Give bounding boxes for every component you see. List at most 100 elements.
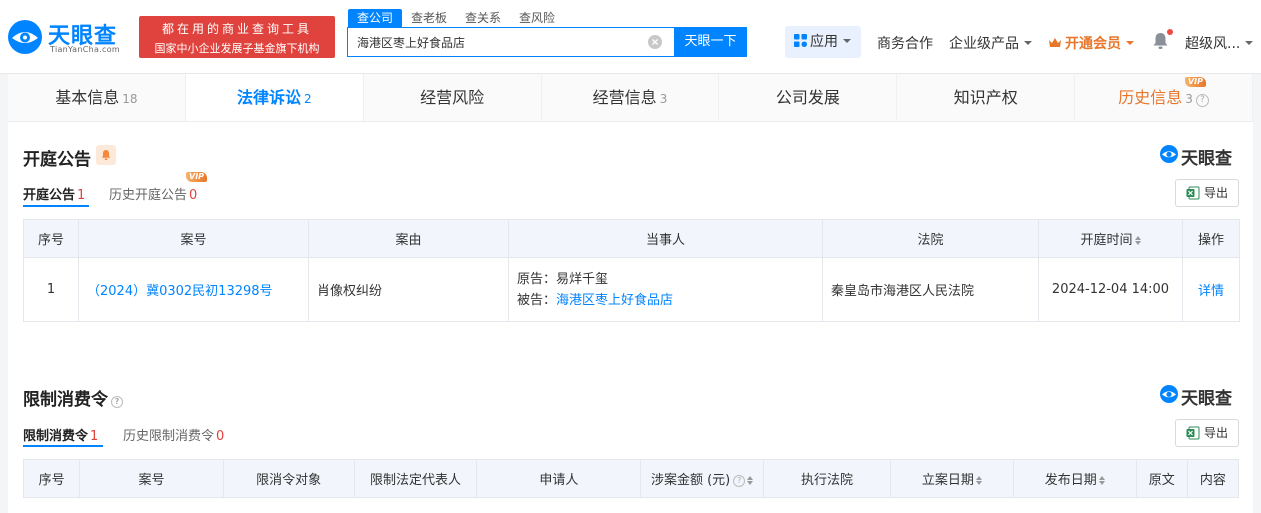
column-header: 原文 [1135, 459, 1188, 498]
column-header-label: 立案日期 [921, 473, 974, 488]
column-header: 案由 [308, 219, 509, 258]
tab-count: 3 [659, 92, 668, 106]
nav-user[interactable]: 超级风... [1185, 33, 1254, 53]
tab-basic-info[interactable]: 基本信息 18 [8, 74, 186, 121]
slogan-line2: 国家中小企业发展子基金旗下机构 [154, 42, 320, 55]
sort-icon [1134, 236, 1141, 245]
excel-icon [1186, 426, 1200, 440]
clear-icon[interactable] [648, 35, 662, 49]
tianyancha-watermark: 天眼查 [1159, 144, 1241, 169]
search-button[interactable]: 天眼一下 [674, 27, 747, 57]
tab-legal[interactable]: 法律诉讼 2 [185, 74, 364, 121]
detail-link[interactable]: 详情 [1198, 284, 1224, 299]
column-header: 序号 [22, 459, 81, 498]
search-type-tabs: 查公司 查老板 查关系 查风险 [348, 9, 564, 27]
sort-icon [747, 476, 754, 485]
tab-count: 3 [1185, 92, 1193, 106]
nav-vip[interactable]: 开通会员 [1048, 33, 1134, 53]
subscribe-bell-icon[interactable] [96, 145, 116, 165]
subtab-history-restriction[interactable]: 历史限制消费令 0 [123, 425, 224, 444]
apps-grid-icon [794, 34, 807, 47]
vip-badge: VIP [1184, 77, 1207, 87]
tab-development[interactable]: 公司发展 [719, 74, 898, 121]
search-tab-relation[interactable]: 查关系 [456, 9, 510, 27]
logo-subtext: TianYanCha.com [50, 45, 120, 54]
tab-label: 经营信息 [592, 88, 657, 107]
notification-bell-icon[interactable] [1152, 32, 1169, 50]
subtab-label: 历史开庭公告 [109, 188, 188, 203]
hearing-section-title: 开庭公告 [23, 150, 91, 170]
table-header-row: 序号 案号 案由 当事人 法院 开庭时间 操作 [23, 219, 1240, 258]
vip-badge: VIP [186, 172, 208, 182]
column-header: 案号 [79, 459, 224, 498]
export-label: 导出 [1204, 426, 1229, 440]
plaintiff-name: 易烊千玺 [556, 271, 609, 287]
column-header: 当事人 [508, 219, 823, 258]
nav-enterprise-label: 企业级产品 [949, 36, 1019, 52]
search-tab-risk[interactable]: 查风险 [510, 9, 564, 27]
main-content: 开庭公告 天眼查 开庭公告 1 历史开庭公告 0 VIP 导出 序号 案号 案由 当… [8, 122, 1253, 513]
column-header: 操作 [1182, 219, 1240, 258]
site-logo[interactable]: 天眼查 TianYanCha.com [6, 16, 134, 60]
tab-label: 法律诉讼 [236, 88, 301, 107]
search-tab-boss[interactable]: 查老板 [402, 9, 456, 27]
column-header: 申请人 [476, 459, 642, 498]
column-header-sortable[interactable]: 发布日期 [1012, 459, 1137, 498]
top-header: 天眼查 TianYanCha.com 都在用的商业查询工具 国家中小企业发展子基… [0, 0, 1261, 74]
search-tab-company[interactable]: 查公司 [348, 9, 403, 27]
table-header-row: 序号 案号 限消令对象 限制法定代表人 申请人 涉案金额 (元)? 执行法院 立… [22, 459, 1240, 498]
nav-user-label: 超级风... [1185, 36, 1241, 52]
subtab-active-indicator [23, 205, 89, 207]
logo-eye-icon [1160, 385, 1178, 403]
nav-business[interactable]: 商务合作 [877, 33, 933, 53]
export-label: 导出 [1204, 186, 1229, 200]
export-button[interactable]: 导出 [1175, 419, 1239, 447]
notification-dot [1167, 29, 1173, 35]
search-box: 天眼一下 [347, 27, 747, 57]
logo-eye-icon [1160, 145, 1178, 163]
column-header-sortable[interactable]: 立案日期 [889, 459, 1014, 498]
tab-operation-risk[interactable]: 经营风险 [363, 74, 542, 121]
subtab-restriction[interactable]: 限制消费令 1 [23, 425, 98, 444]
case-number-cell: （2024）冀0302民初13298号 [78, 257, 309, 322]
tab-count: 2 [303, 92, 312, 106]
tab-operation-info[interactable]: 经营信息 3 [541, 74, 720, 121]
crown-icon [1049, 38, 1061, 47]
chevron-down-icon [1126, 41, 1134, 45]
case-cause: 肖像权纠纷 [308, 257, 509, 322]
help-icon[interactable]: ? [1195, 94, 1209, 107]
subtab-label: 历史限制消费令 [123, 429, 215, 444]
column-header: 法院 [822, 219, 1039, 258]
case-number-link[interactable]: （2024）冀0302民初13298号 [87, 284, 273, 299]
search-input[interactable] [348, 28, 648, 56]
export-button[interactable]: 导出 [1175, 179, 1239, 207]
column-header-sortable[interactable]: 开庭时间 [1038, 219, 1183, 258]
subtab-count: 1 [77, 188, 86, 203]
tab-ip[interactable]: 知识产权 [897, 74, 1076, 121]
slogan-banner: 都在用的商业查询工具 国家中小企业发展子基金旗下机构 [139, 16, 335, 58]
sort-icon [975, 476, 982, 485]
restriction-table: 序号 案号 限消令对象 限制法定代表人 申请人 涉案金额 (元)? 执行法院 立… [22, 459, 1240, 498]
chevron-down-icon [1024, 41, 1032, 45]
help-icon[interactable]: ? [111, 396, 123, 408]
nav-enterprise[interactable]: 企业级产品 [949, 33, 1032, 53]
plaintiff-label: 原告： [517, 271, 557, 287]
column-header-sortable[interactable]: 涉案金额 (元)? [640, 459, 765, 498]
apps-menu-button[interactable]: 应用 [785, 26, 861, 58]
restriction-title-text: 限制消费令 [23, 390, 108, 410]
tianyancha-watermark: 天眼查 [1159, 384, 1241, 409]
subtab-label: 限制消费令 [23, 429, 89, 444]
subtab-count: 1 [90, 429, 99, 444]
tab-label: 公司发展 [775, 88, 840, 107]
column-header: 序号 [23, 219, 79, 258]
subtab-history-hearing[interactable]: 历史开庭公告 0 [109, 184, 197, 203]
tab-history[interactable]: VIP 历史信息 3? [1075, 74, 1254, 121]
help-icon[interactable]: ? [733, 475, 746, 487]
column-header: 内容 [1186, 459, 1240, 498]
tab-label: 知识产权 [953, 88, 1018, 107]
watermark-text: 天眼查 [1181, 149, 1232, 169]
defendant-link[interactable]: 海港区枣上好食品店 [556, 293, 673, 308]
subtab-hearing[interactable]: 开庭公告 1 [23, 184, 85, 203]
column-header: 案号 [78, 219, 309, 258]
logo-eye-icon [8, 20, 42, 54]
